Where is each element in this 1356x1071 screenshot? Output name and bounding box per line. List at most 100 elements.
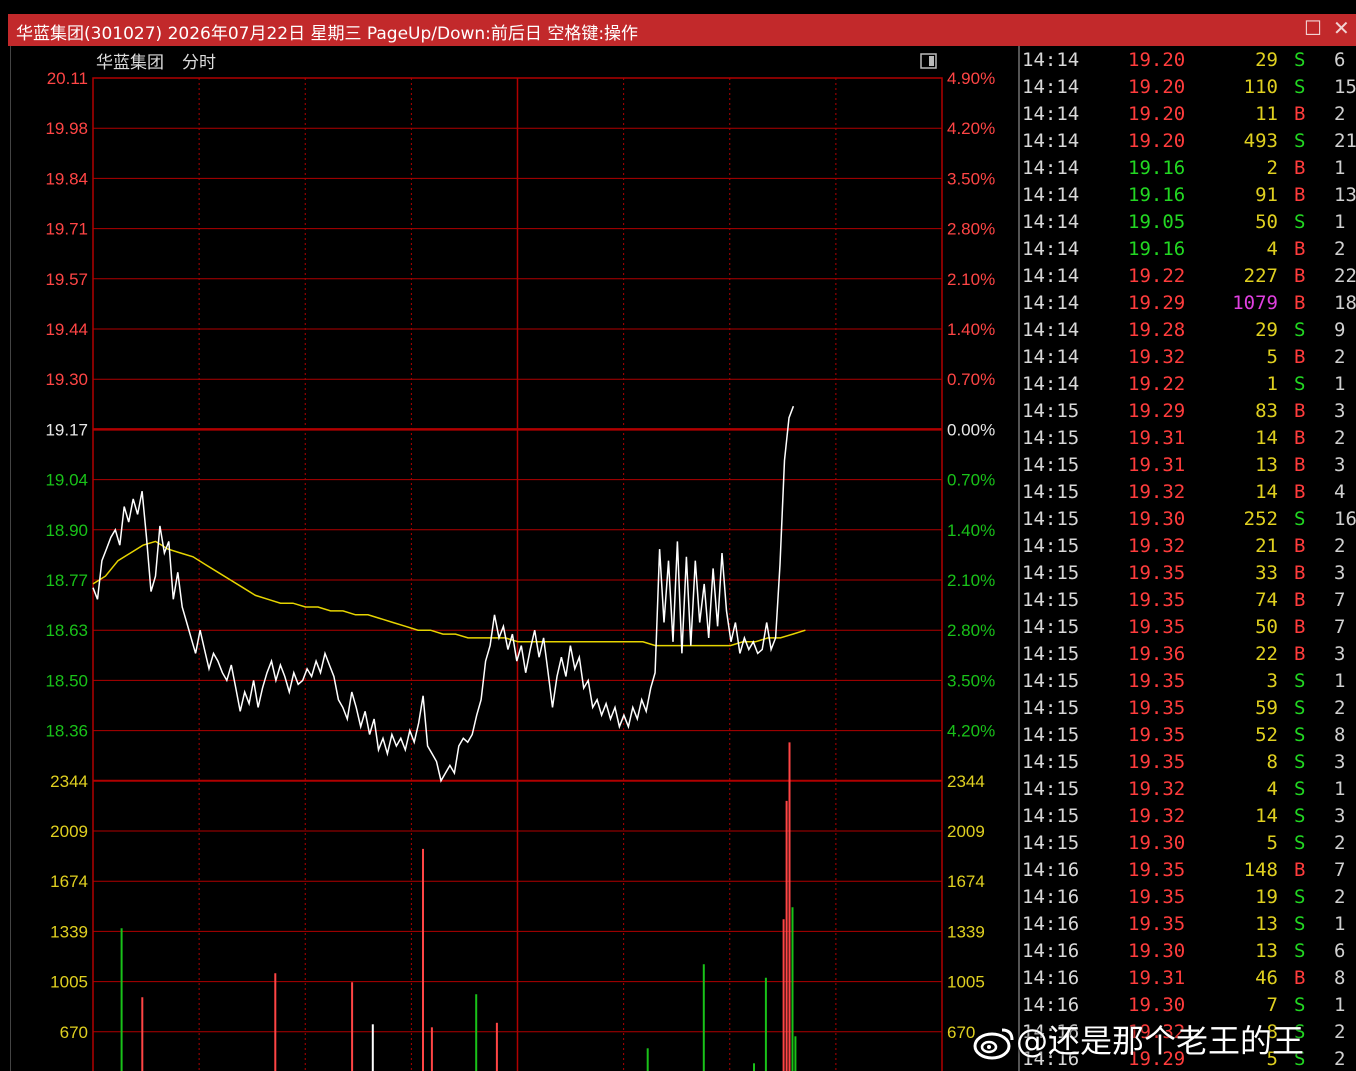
tick-count: 1 <box>1334 373 1346 395</box>
tick-volume: 7 <box>1266 994 1278 1016</box>
tick-direction: B <box>1294 427 1306 449</box>
tick-volume: 46 <box>1255 967 1278 989</box>
tick-row[interactable]: 14:15 19.35 59 S 2 <box>1020 695 1356 722</box>
volume-tick-label: 670 <box>60 1023 88 1042</box>
price-line <box>92 405 795 783</box>
tick-time: 14:16 <box>1022 994 1080 1016</box>
tick-direction: B <box>1294 589 1306 611</box>
tick-volume: 1079 <box>1232 292 1278 314</box>
tick-price: 19.35 <box>1128 751 1186 773</box>
tick-count: 7 <box>1334 859 1346 881</box>
tick-row[interactable]: 14:15 19.31 13 B 3 <box>1020 452 1356 479</box>
volume-tick-label-right: 1005 <box>947 973 985 992</box>
tick-volume: 50 <box>1255 211 1278 233</box>
tick-row[interactable]: 14:15 19.35 52 S 8 <box>1020 722 1356 749</box>
tick-row[interactable]: 14:14 19.20 110 S 15 <box>1020 74 1356 101</box>
tick-time: 14:15 <box>1022 454 1080 476</box>
tick-time: 14:14 <box>1022 211 1080 233</box>
price-tick-label: 19.98 <box>45 119 88 138</box>
pct-tick-label: 0.70% <box>947 471 995 490</box>
tick-volume: 29 <box>1255 319 1278 341</box>
tick-row[interactable]: 14:15 19.30 5 S 2 <box>1020 830 1356 857</box>
tick-row[interactable]: 14:14 19.22 227 B 22 <box>1020 263 1356 290</box>
tick-price: 19.30 <box>1128 832 1186 854</box>
tick-count: 2 <box>1334 886 1346 908</box>
tick-volume: 91 <box>1255 184 1278 206</box>
tick-count: 3 <box>1334 454 1346 476</box>
tick-row[interactable]: 14:14 19.28 29 S 9 <box>1020 317 1356 344</box>
tick-row[interactable]: 14:15 19.32 14 S 3 <box>1020 803 1356 830</box>
tick-list[interactable]: 14:14 19.20 29 S 6 14:14 19.20 110 S 15 14:14 19.20… <box>1018 46 1356 1071</box>
tick-row[interactable]: 14:15 19.32 4 S 1 <box>1020 776 1356 803</box>
tick-direction: B <box>1294 103 1306 125</box>
tick-time: 14:15 <box>1022 832 1080 854</box>
tick-direction: S <box>1294 940 1306 962</box>
tick-row[interactable]: 14:15 19.35 8 S 3 <box>1020 749 1356 776</box>
tick-row[interactable]: 14:14 19.05 50 S 1 <box>1020 209 1356 236</box>
tick-time: 14:15 <box>1022 751 1080 773</box>
tick-row[interactable]: 14:14 19.20 29 S 6 <box>1020 47 1356 74</box>
tick-direction: S <box>1294 211 1306 233</box>
tick-row[interactable]: 14:15 19.35 50 B 7 <box>1020 614 1356 641</box>
tick-price: 19.31 <box>1128 427 1186 449</box>
tick-row[interactable]: 14:14 19.22 1 S 1 <box>1020 371 1356 398</box>
pct-tick-label: 0.70% <box>947 370 995 389</box>
close-icon[interactable]: ✕ <box>1333 16 1350 40</box>
tick-price: 19.16 <box>1128 238 1186 260</box>
tick-time: 14:15 <box>1022 616 1080 638</box>
tick-row[interactable]: 14:14 19.29 1079 B 18 <box>1020 290 1356 317</box>
tick-row[interactable]: 14:15 19.36 22 B 3 <box>1020 641 1356 668</box>
tick-count: 1 <box>1334 913 1346 935</box>
tick-price: 19.35 <box>1128 616 1186 638</box>
tick-price: 19.28 <box>1128 319 1186 341</box>
volume-tick-label: 1339 <box>50 922 88 941</box>
tick-row[interactable]: 14:16 19.31 46 B 8 <box>1020 965 1356 992</box>
tick-row[interactable]: 14:15 19.35 33 B 3 <box>1020 560 1356 587</box>
tick-volume: 22 <box>1255 643 1278 665</box>
tick-row[interactable]: 14:16 19.30 13 S 6 <box>1020 938 1356 965</box>
tick-row[interactable]: 14:15 19.31 14 B 2 <box>1020 425 1356 452</box>
tick-time: 14:14 <box>1022 265 1080 287</box>
tick-time: 14:15 <box>1022 589 1080 611</box>
tick-row[interactable]: 14:15 19.35 74 B 7 <box>1020 587 1356 614</box>
tick-volume: 4 <box>1266 238 1278 260</box>
tick-row[interactable]: 14:16 19.30 7 S 1 <box>1020 992 1356 1019</box>
maximize-icon[interactable]: ☐ <box>1304 16 1322 40</box>
tick-count: 21 <box>1334 130 1356 152</box>
tick-volume: 3 <box>1266 670 1278 692</box>
tick-row[interactable]: 14:16 19.35 19 S 2 <box>1020 884 1356 911</box>
tick-count: 3 <box>1334 805 1346 827</box>
tick-row[interactable]: 14:15 19.30 252 S 16 <box>1020 506 1356 533</box>
tick-volume: 110 <box>1243 76 1278 98</box>
tick-direction: S <box>1294 724 1306 746</box>
tick-row[interactable]: 14:14 19.32 5 B 2 <box>1020 344 1356 371</box>
tick-row[interactable]: 14:15 19.35 3 S 1 <box>1020 668 1356 695</box>
tick-row[interactable]: 14:14 19.16 91 B 13 <box>1020 182 1356 209</box>
tick-row[interactable]: 14:14 19.20 493 S 21 <box>1020 128 1356 155</box>
pct-tick-label: 4.90% <box>947 69 995 88</box>
tick-direction: S <box>1294 49 1306 71</box>
tick-row[interactable]: 14:15 19.32 21 B 2 <box>1020 533 1356 560</box>
tick-row[interactable]: 14:14 19.16 2 B 1 <box>1020 155 1356 182</box>
tick-time: 14:15 <box>1022 400 1080 422</box>
price-tick-label: 19.30 <box>45 370 88 389</box>
tick-count: 1 <box>1334 994 1346 1016</box>
tick-row[interactable]: 14:16 19.35 13 S 1 <box>1020 911 1356 938</box>
tick-row[interactable]: 14:16 19.35 148 B 7 <box>1020 857 1356 884</box>
tick-row[interactable]: 14:15 19.32 14 B 4 <box>1020 479 1356 506</box>
tick-time: 14:16 <box>1022 940 1080 962</box>
tick-count: 16 <box>1334 508 1356 530</box>
tick-price: 19.05 <box>1128 211 1186 233</box>
tick-row[interactable]: 14:14 19.20 11 B 2 <box>1020 101 1356 128</box>
tick-row[interactable]: 14:14 19.16 4 B 2 <box>1020 236 1356 263</box>
titlebar-bg: 华蓝集团(301027) 2026年07月22日 星期三 PageUp/Down… <box>8 14 1356 46</box>
tick-direction: S <box>1294 697 1306 719</box>
tick-count: 8 <box>1334 967 1346 989</box>
tick-volume: 493 <box>1243 130 1278 152</box>
tick-direction: S <box>1294 751 1306 773</box>
tick-count: 2 <box>1334 427 1346 449</box>
tick-row[interactable]: 14:15 19.29 83 B 3 <box>1020 398 1356 425</box>
intraday-chart[interactable]: 20.11 4.90% 19.98 4.20% 19.84 3.50% 19.71 2.80%… <box>10 46 1018 1071</box>
tick-direction: B <box>1294 346 1306 368</box>
volume-tick-label: 2344 <box>50 772 88 791</box>
